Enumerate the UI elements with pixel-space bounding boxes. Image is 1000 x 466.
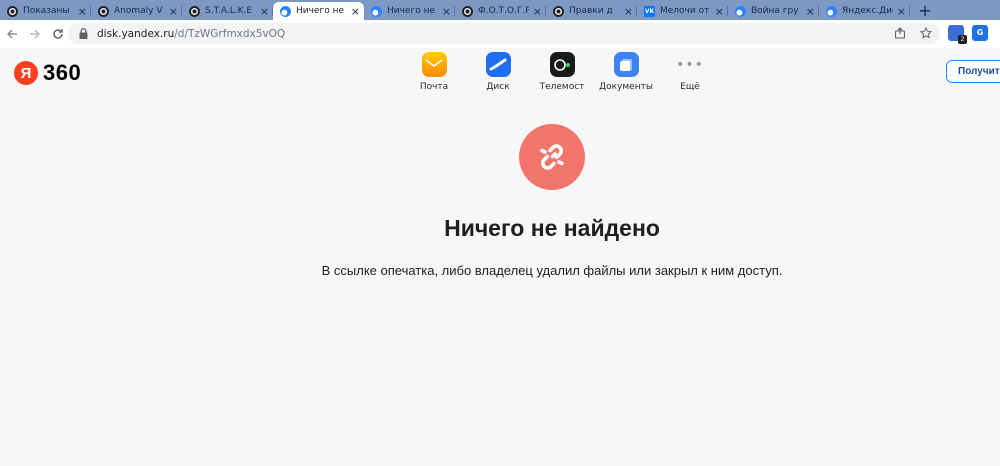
yandex-disk-icon: [826, 5, 837, 17]
browser-tab[interactable]: S.T.A.L.K.E ×: [182, 2, 273, 20]
browser-tab[interactable]: Ф.О.Т.О.Г.Р ×: [455, 2, 546, 20]
arrow-right-icon: [30, 29, 40, 39]
tab-title: Война гру: [751, 6, 799, 16]
tab-title: Ничего не: [296, 6, 344, 16]
browser-tab[interactable]: Ничего не ×: [364, 2, 455, 20]
github-icon: [553, 5, 564, 17]
lock-icon: [79, 28, 88, 39]
browser-tab[interactable]: Показаны ×: [0, 2, 91, 20]
error-description: В ссылке опечатка, либо владелец удалил …: [321, 263, 783, 278]
close-icon[interactable]: ×: [78, 5, 87, 18]
broken-link-icon: [540, 144, 564, 170]
share-icon[interactable]: [892, 25, 908, 41]
forward-button[interactable]: [24, 23, 46, 45]
main-content: Ничего не найдено В ссылке опечатка, либ…: [0, 98, 1000, 466]
back-button[interactable]: [1, 23, 23, 45]
close-icon[interactable]: ×: [351, 5, 360, 18]
browser-tab[interactable]: Яндекс.Дис ×: [819, 2, 910, 20]
github-icon: [7, 5, 18, 17]
extension-badge: 2: [958, 35, 967, 44]
address-bar[interactable]: disk.yandex.ru/d/TzWGrfmxdx5vOQ: [68, 23, 940, 44]
close-icon[interactable]: ×: [806, 5, 815, 18]
browser-tab-strip: Показаны × Anomaly V × S.T.A.L.K.E × Нич…: [0, 0, 1000, 20]
close-icon[interactable]: ×: [169, 5, 178, 18]
page-title: Ничего не найдено: [444, 215, 660, 241]
service-mail[interactable]: Почта: [402, 52, 466, 92]
service-label: Телемост: [539, 82, 585, 92]
browser-tab[interactable]: Anomaly V ×: [91, 2, 182, 20]
translate-icon[interactable]: G: [972, 25, 988, 41]
tab-title: Ничего не: [387, 6, 435, 16]
tab-title: Мелочи от: [660, 6, 710, 16]
mail-icon: [421, 52, 447, 77]
disk-icon: [485, 52, 511, 77]
service-disk[interactable]: Диск: [466, 52, 530, 92]
yandex-disk-icon: [280, 5, 291, 17]
browser-toolbar: disk.yandex.ru/d/TzWGrfmxdx5vOQ 2 G: [0, 20, 1000, 48]
yandex-disk-icon: [371, 5, 382, 17]
services-menu: Почта Диск Телемост Документы ••• Ещё: [402, 52, 722, 92]
tab-title: Показаны: [23, 6, 70, 16]
arrow-left-icon: [7, 29, 17, 39]
service-label: Ещё: [680, 82, 700, 92]
vk-icon: VK: [644, 5, 655, 17]
star-icon[interactable]: [918, 25, 934, 41]
github-icon: [98, 5, 109, 17]
url-host: disk.yandex.ru: [97, 27, 175, 40]
tab-title: S.T.A.L.K.E: [205, 6, 253, 16]
browser-tab[interactable]: Война гру ×: [728, 2, 819, 20]
browser-tab-active[interactable]: Ничего не ×: [273, 2, 364, 20]
reload-icon: [53, 29, 63, 39]
more-icon: •••: [676, 56, 704, 73]
logo-text: 360: [43, 60, 82, 85]
tab-title: Правки д: [569, 6, 613, 16]
browser-tab[interactable]: VK Мелочи от ×: [637, 2, 728, 20]
new-tab-button[interactable]: +: [910, 0, 940, 20]
tab-title: Яндекс.Дис: [842, 6, 893, 16]
url-path: /d/TzWGrfmxdx5vOQ: [174, 27, 286, 40]
browser-tab[interactable]: Правки д ×: [546, 2, 637, 20]
broken-link-badge: [519, 124, 585, 190]
service-more[interactable]: ••• Ещё: [658, 52, 722, 93]
telemost-icon: [549, 52, 575, 77]
close-icon[interactable]: ×: [715, 5, 724, 18]
login-button[interactable]: Получит: [946, 60, 1000, 83]
service-label: Почта: [419, 82, 449, 92]
tab-title: Anomaly V: [114, 6, 163, 16]
github-icon: [462, 5, 473, 17]
tab-title: Ф.О.Т.О.Г.Р: [478, 6, 529, 16]
documents-icon: [613, 52, 639, 77]
yandex-logo-icon: Я: [14, 61, 38, 85]
close-icon[interactable]: ×: [533, 5, 542, 18]
github-icon: [189, 5, 200, 17]
service-label: Документы: [599, 82, 653, 92]
yandex-disk-icon: [735, 5, 746, 17]
close-icon[interactable]: ×: [897, 5, 906, 18]
close-icon[interactable]: ×: [442, 5, 451, 18]
service-documents[interactable]: Документы: [594, 52, 658, 92]
service-telemost[interactable]: Телемост: [530, 52, 594, 92]
service-label: Диск: [486, 82, 510, 92]
yandex-360-logo[interactable]: Я 360: [14, 60, 81, 86]
reload-button[interactable]: [47, 23, 69, 45]
close-icon[interactable]: ×: [624, 5, 633, 18]
close-icon[interactable]: ×: [260, 5, 269, 18]
page-header: Я 360 Почта Диск Телемост Документы ••• …: [0, 48, 1000, 98]
extension-icon[interactable]: 2: [948, 25, 967, 44]
